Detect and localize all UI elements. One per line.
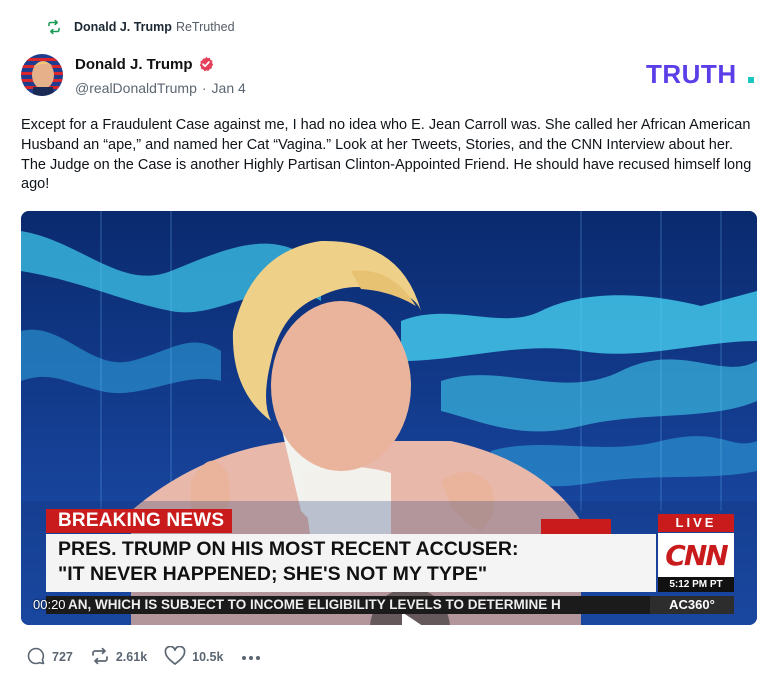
news-ticker: AN, WHICH IS SUBJECT TO INCOME ELIGIBILI… [46,596,650,614]
news-headline: PRES. TRUMP ON HIS MOST RECENT ACCUSER: … [46,534,656,592]
reply-count: 727 [52,650,73,664]
author-name[interactable]: Donald J. Trump [75,56,193,73]
network-logo: CNN [658,533,734,577]
retruth-user-name[interactable]: Donald J. Trump [74,20,172,34]
like-count: 10.5k [192,650,224,664]
post-date[interactable]: Jan 4 [212,80,246,96]
post-actions: 727 2.61k 10.5k [26,645,261,669]
broadcast-clock: 5:12 PM PT [658,577,734,592]
breaking-news-banner: BREAKING NEWS [46,509,233,533]
retruth-count: 2.61k [115,650,148,664]
retruth-button[interactable]: 2.61k [90,646,147,669]
headline-line-1: PRES. TRUMP ON HIS MOST RECENT ACCUSER: [58,538,519,560]
truth-logo[interactable]: TRUTH [646,59,758,89]
like-button[interactable]: 10.5k [164,645,224,669]
retruth-icon [46,19,62,35]
svg-text:TRUTH: TRUTH [646,61,737,87]
retruth-icon [90,646,116,669]
retruth-header: Donald J. Trump ReTruthed [46,18,235,36]
live-badge: LIVE [658,514,734,532]
post-author: Donald J. Trump @realDonaldTrump · Jan 4 [75,54,246,97]
retruth-label: ReTruthed [175,20,235,34]
cnn-logo: CNN [665,538,728,572]
reply-button[interactable]: 727 [26,646,73,669]
avatar[interactable] [21,54,63,96]
author-handle[interactable]: @realDonaldTrump [75,80,197,96]
verified-badge-icon [198,56,214,72]
post-body: Except for a Fraudulent Case against me,… [21,117,752,193]
more-icon [241,650,261,664]
headline-line-2: "IT NEVER HAPPENED; SHE'S NOT MY TYPE" [58,563,488,585]
video-timecode: 00:20 [33,597,66,612]
heart-icon [164,645,192,669]
show-name: AC360° [650,596,734,614]
separator-dot: · [201,80,207,96]
more-options-button[interactable] [241,650,261,664]
reply-icon [26,646,52,669]
